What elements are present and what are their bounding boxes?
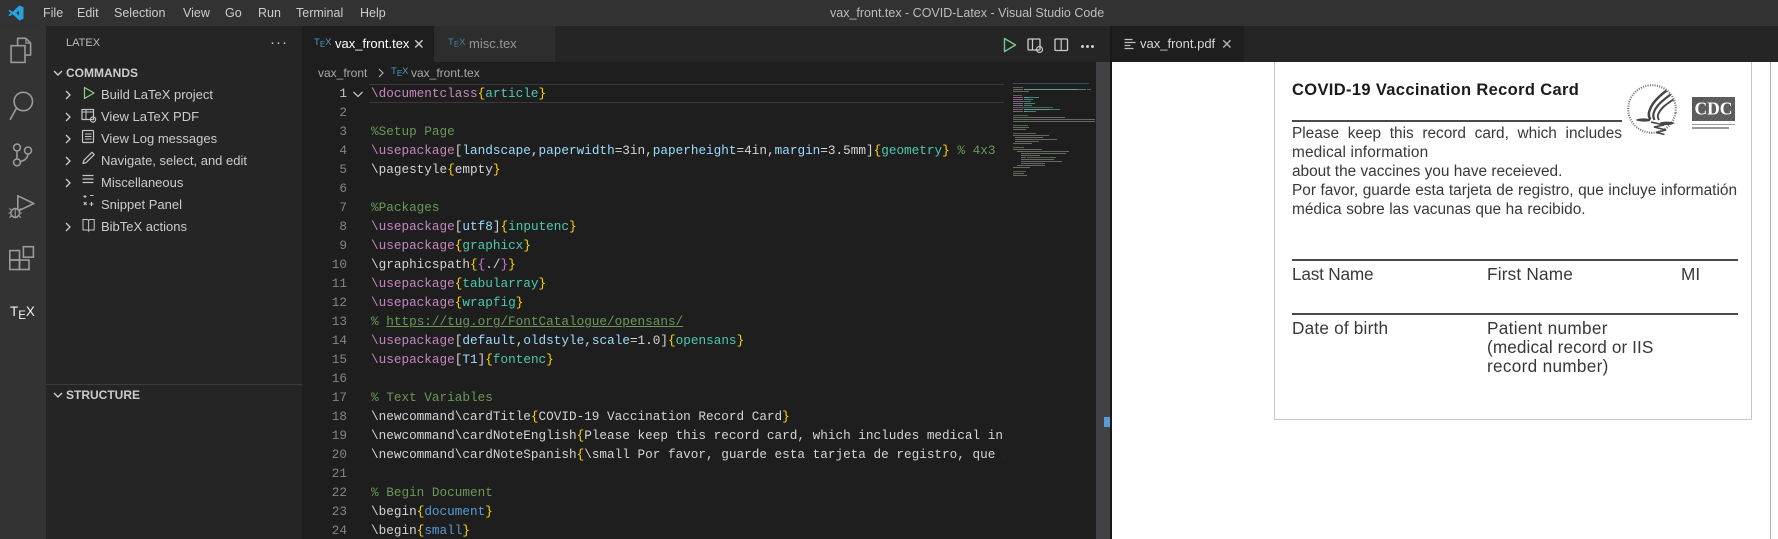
svg-text:CDC: CDC [1695, 99, 1733, 119]
